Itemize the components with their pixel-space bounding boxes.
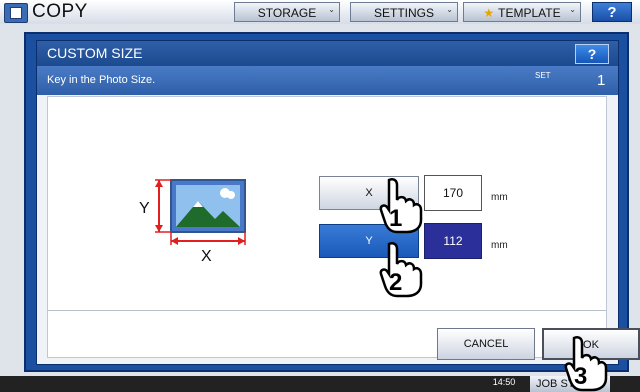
- template-label: TEMPLATE: [498, 6, 561, 20]
- cloud-icon: [227, 191, 235, 199]
- star-icon: ★: [483, 6, 495, 20]
- top-bar: COPY STORAGE ⌄ SETTINGS ⌄ ★ TEMPLATE ⌄ ?: [0, 0, 640, 24]
- storage-button[interactable]: STORAGE ⌄: [234, 2, 340, 22]
- chevron-down-icon: ⌄: [569, 5, 576, 14]
- dialog-instruction: Key in the Photo Size.: [37, 66, 618, 95]
- y-axis-label: Y: [139, 200, 150, 217]
- set-label: SET: [535, 71, 551, 80]
- arrow-down-icon: [155, 225, 163, 232]
- app-title: COPY: [32, 1, 88, 22]
- x-axis-label: X: [201, 248, 212, 263]
- copy-icon: [4, 3, 28, 23]
- photo-size-diagram: Y X: [139, 179, 246, 263]
- step-number: 1: [389, 205, 402, 232]
- x-unit: mm: [491, 192, 508, 203]
- dialog-title: CUSTOM SIZE: [37, 41, 618, 66]
- step-1-callout: 1: [379, 177, 423, 234]
- arrow-up-icon: [155, 180, 163, 187]
- chevron-down-icon: ⌄: [328, 5, 335, 14]
- y-unit: mm: [491, 240, 508, 251]
- step-number: 3: [574, 363, 587, 390]
- arrow-left-icon: [171, 237, 178, 245]
- template-button[interactable]: ★ TEMPLATE ⌄: [463, 2, 581, 22]
- help-button[interactable]: ?: [592, 2, 632, 22]
- step-number: 2: [389, 269, 402, 296]
- y-value-field[interactable]: 112: [424, 223, 482, 259]
- step-3-callout: 3: [564, 335, 608, 392]
- custom-size-dialog: CUSTOM SIZE ? Key in the Photo Size. SET…: [36, 40, 640, 365]
- arrow-right-icon: [238, 237, 245, 245]
- cancel-button[interactable]: CANCEL: [437, 328, 535, 360]
- storage-label: STORAGE: [257, 6, 317, 20]
- settings-button[interactable]: SETTINGS ⌄: [350, 2, 458, 22]
- divider: [48, 310, 606, 311]
- x-value-field[interactable]: 170: [424, 175, 482, 211]
- step-2-callout: 2: [379, 241, 423, 298]
- clock: 14:50: [492, 377, 516, 387]
- set-count: 1: [597, 72, 606, 89]
- chevron-down-icon: ⌄: [446, 5, 453, 14]
- dialog-help-button[interactable]: ?: [575, 44, 609, 64]
- settings-label: SETTINGS: [373, 6, 434, 20]
